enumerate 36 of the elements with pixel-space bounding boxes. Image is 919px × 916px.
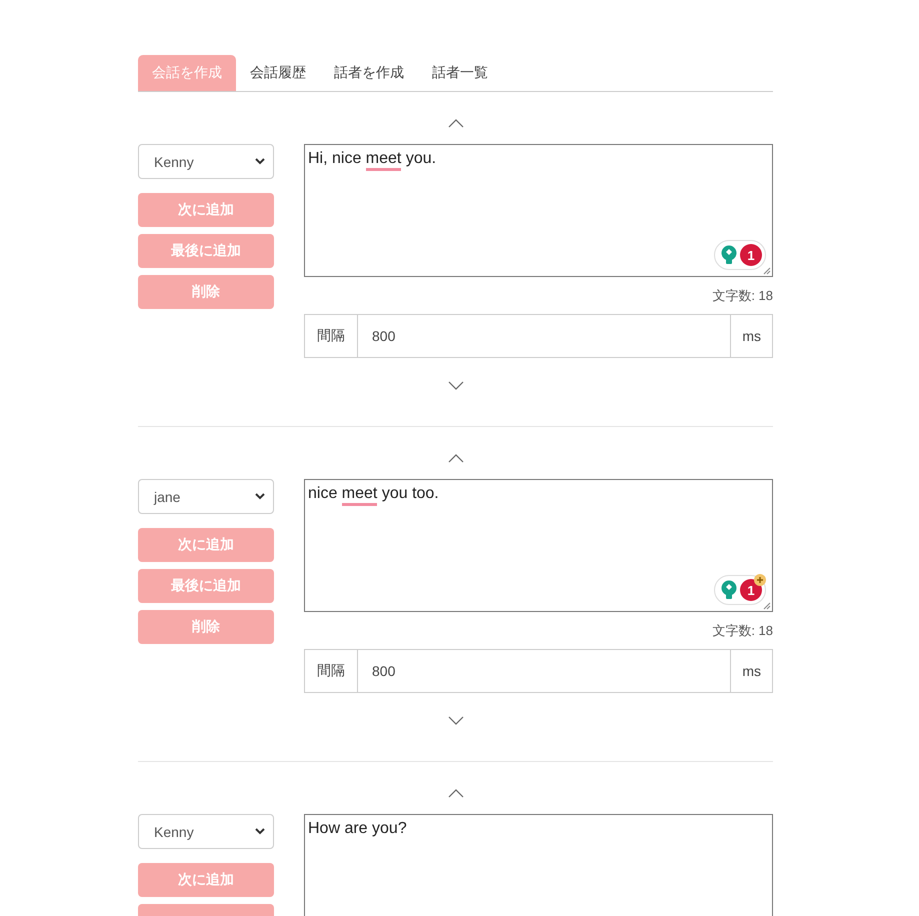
tab[interactable]: 会話履歴: [236, 55, 320, 91]
chevron-down-icon: [255, 493, 265, 500]
issue-count-badge: 1: [740, 244, 762, 266]
chevron-down-icon: [255, 828, 265, 835]
speaker-select[interactable]: jane: [138, 479, 274, 514]
chevron-up-icon[interactable]: [448, 118, 464, 128]
interval-field[interactable]: 間隔 800 ms: [304, 649, 773, 693]
chevron-down-icon[interactable]: [448, 380, 464, 390]
lightbulb-icon: [721, 245, 737, 265]
message-text: you.: [404, 149, 436, 169]
character-count: 文字数: 18: [711, 622, 773, 640]
message-field[interactable]: nice meet you too. 1: [304, 479, 773, 612]
chevron-down-icon: [255, 158, 265, 165]
resize-grip-icon[interactable]: [763, 267, 771, 275]
message-text: you too.: [380, 484, 439, 504]
speaker-select[interactable]: Kenny: [138, 814, 274, 849]
lightbulb-icon: [721, 580, 737, 600]
message-text: meet: [366, 149, 402, 171]
message-field[interactable]: Hi, nice meet you. 1: [304, 144, 773, 277]
writing-assistant-widget[interactable]: 1: [714, 575, 766, 605]
interval-field[interactable]: 間隔 800 ms: [304, 314, 773, 358]
chevron-down-icon[interactable]: [448, 716, 464, 724]
message-text: meet: [342, 484, 378, 506]
resize-grip-icon[interactable]: [763, 602, 771, 610]
message-text: Hi, nice: [308, 149, 362, 169]
speaker-select[interactable]: Kenny: [138, 144, 274, 179]
message-field[interactable]: How are you?: [304, 814, 773, 916]
message-text: nice: [308, 484, 338, 504]
plus-icon: [754, 574, 766, 586]
character-count: 文字数: 18: [711, 287, 773, 305]
writing-assistant-widget[interactable]: 1: [714, 240, 766, 270]
chevron-up-icon[interactable]: [448, 454, 464, 462]
chevron-up-icon[interactable]: [448, 788, 464, 798]
message-text: How are you?: [308, 819, 407, 839]
tab[interactable]: 話者一覧: [418, 55, 502, 91]
tab[interactable]: 話者を作成: [320, 55, 418, 91]
